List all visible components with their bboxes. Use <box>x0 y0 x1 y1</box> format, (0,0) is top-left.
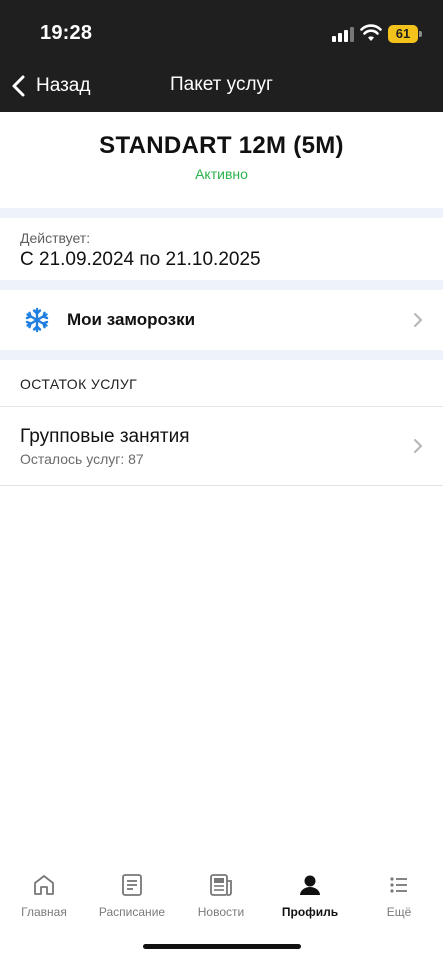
signal-icon <box>332 26 354 42</box>
validity-label: Действует: <box>20 230 91 246</box>
section-divider <box>0 280 443 290</box>
home-indicator <box>143 944 301 949</box>
plan-status: Активно <box>195 166 248 182</box>
tab-home[interactable]: Главная <box>0 872 88 919</box>
plan-header: STANDART 12M (5M) Активно <box>0 112 443 208</box>
more-icon <box>390 877 407 893</box>
service-row-group-classes[interactable]: Групповые занятия Осталось услуг: 87 <box>0 407 443 485</box>
home-icon <box>34 875 54 895</box>
tab-label: Ещё <box>386 905 412 919</box>
nav-bar: Назад Пакет услуг <box>0 62 443 112</box>
plan-title: STANDART 12M (5M) <box>99 132 344 159</box>
service-remaining: Осталось услуг: 87 <box>20 451 144 467</box>
battery-icon: 61 <box>388 25 418 43</box>
page-title: Пакет услуг <box>170 74 273 95</box>
section-divider <box>0 208 443 218</box>
tab-label: Главная <box>21 905 67 919</box>
tab-more[interactable]: Ещё <box>355 872 443 919</box>
chevron-right-icon <box>414 439 422 453</box>
tab-label: Новости <box>197 905 245 919</box>
tab-label: Расписание <box>98 905 166 919</box>
wifi-icon <box>360 24 382 41</box>
services-section-title: ОСТАТОК УСЛУГ <box>20 376 138 392</box>
section-divider <box>0 350 443 360</box>
battery-cap <box>419 31 422 37</box>
validity-period: Действует: С 21.09.2024 по 21.10.2025 <box>0 218 443 280</box>
tab-schedule[interactable]: Расписание <box>88 872 176 919</box>
status-time: 19:28 <box>40 22 93 44</box>
tab-news[interactable]: Новости <box>177 872 265 919</box>
tab-profile[interactable]: Профиль <box>266 872 354 919</box>
freezes-row[interactable]: Мои заморозки <box>0 290 443 350</box>
services-section-header: ОСТАТОК УСЛУГ <box>0 360 443 406</box>
chevron-right-icon <box>414 313 422 327</box>
profile-icon <box>300 875 320 895</box>
freezes-label: Мои заморозки <box>67 310 196 329</box>
schedule-icon <box>122 874 142 896</box>
validity-dates: С 21.09.2024 по 21.10.2025 <box>20 249 261 270</box>
divider <box>0 485 443 486</box>
tab-label: Профиль <box>281 905 339 919</box>
news-icon <box>210 874 232 896</box>
snowflake-icon <box>25 307 49 333</box>
status-bar: 19:28 61 <box>0 0 443 62</box>
service-name: Групповые занятия <box>20 426 190 447</box>
